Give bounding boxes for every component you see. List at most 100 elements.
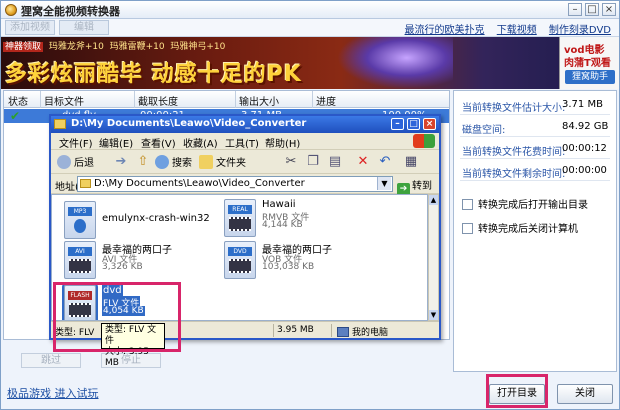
vod-ad[interactable]: vod电影 肉蒲T观看 狸窝助手 [559,37,619,89]
avi-file-icon: AVI [64,241,96,279]
file-size: 3,326 KB [102,262,143,272]
close-window-button[interactable]: × [602,3,616,16]
scroll-up-icon[interactable]: ▲ [429,195,438,205]
shutdown-option[interactable]: 转换完成后关闭计算机 [462,220,578,235]
burn-dvd-link[interactable]: 制作刻录DVD [549,25,611,36]
address-dropdown-icon[interactable]: ▼ [377,177,391,190]
header-duration: 截取长度 [138,97,178,108]
address-bar: 地址(D) D:\My Documents\Leawo\Video_Conver… [51,174,439,196]
menu-help[interactable]: 帮助(H) [265,135,300,150]
address-text: D:\My Documents\Leawo\Video_Converter [94,178,305,189]
mp3-file-icon: MP3 [64,201,96,239]
table-header: 状态 目标文件 截取长度 输出大小 进度 [4,91,449,108]
back-button[interactable]: 后退 [57,154,94,169]
app-logo-icon [5,4,17,16]
edit-button[interactable]: 编辑 [59,20,109,35]
top-links: 最流行的欧美扑克 下载视频 制作刻录DVD [396,21,611,36]
highlight-selected-file [53,282,181,352]
toolbar: 添加视频 编辑 最流行的欧美扑克 下载视频 制作刻录DVD [1,19,619,37]
explorer-close-button[interactable]: × [423,118,436,130]
address-input[interactable]: D:\My Documents\Leawo\Video_Converter [77,176,393,192]
shutdown-checkbox[interactable] [462,223,473,234]
menu-view[interactable]: 查看(V) [141,135,176,150]
est-size-value: 3.71 MB [562,99,603,110]
explorer-minimize-button[interactable]: – [391,118,404,130]
file-item[interactable]: MP3 emulynx-crash-win32 [64,201,214,241]
file-item[interactable]: AVI 最幸福的两口子 AVI 文件 3,326 KB [64,241,214,281]
explorer-menu-bar: 文件(F) 编辑(E) 查看(V) 收藏(A) 工具(T) 帮助(H) [51,133,439,150]
menu-edit[interactable]: 编辑(E) [99,135,133,150]
file-size: 103,038 KB [262,262,315,272]
explorer-title: D:\My Documents\Leawo\Video_Converter [71,118,307,129]
ad-banner[interactable]: 神器领取 玛雅龙斧+10 玛雅雷鞭+10 玛雅神弓+10 多彩炫丽酷毕 动感十足… [1,37,619,89]
disk-space-value: 84.92 GB [562,121,609,132]
header-target-file: 目标文件 [44,97,84,108]
control-buttons: 跳过 停止 [3,351,450,369]
check-icon: ✔ [10,109,21,123]
main-window: 狸窝全能视频转换器 – □ × 添加视频 编辑 最流行的欧美扑克 下载视频 制作… [0,0,620,410]
banner-headline: 多彩炫丽酷毕 动感十足的PK [5,62,302,87]
est-size-label: 当前转换文件估计大小: [462,103,566,114]
menu-favorites[interactable]: 收藏(A) [183,135,218,150]
info-panel: 当前转换文件估计大小: 3.71 MB 磁盘空间: 84.92 GB 当前转换文… [453,90,617,372]
folder-icon [54,119,66,129]
search-button[interactable]: 搜索 [155,154,192,169]
explorer-toolbar: 后退 ➔ ⇧ 搜索 文件夹 ✂ ❐ ▤ ✕ ↶ ▦ [51,150,439,174]
views-icon[interactable]: ▦ [403,154,419,170]
file-item[interactable]: REAL Hawaii RMVB 文件 4,144 KB [224,199,374,239]
rmvb-file-icon: REAL [224,199,256,237]
open-dir-checkbox[interactable] [462,199,473,210]
vertical-scrollbar[interactable]: ▲ ▼ [428,194,439,321]
folder-icon [80,179,91,188]
open-dir-option[interactable]: 转换完成后打开输出目录 [462,196,588,211]
banner-top-items: 神器领取 玛雅龙斧+10 玛雅雷鞭+10 玛雅神弓+10 [3,42,226,52]
up-folder-icon[interactable]: ⇧ [135,154,151,170]
windows-logo-icon [413,134,435,148]
undo-icon[interactable]: ↶ [377,154,393,170]
maximize-button[interactable]: □ [585,3,599,16]
vob-file-icon: DVD [224,241,256,279]
app-title: 狸窝全能视频转换器 [21,5,120,18]
status-size: 3.95 MB [277,325,314,335]
header-progress: 进度 [316,97,336,108]
close-button[interactable]: 关闭 [557,384,613,404]
minimize-button[interactable]: – [568,3,582,16]
paste-icon[interactable]: ▤ [327,154,343,170]
banner-art [337,37,453,89]
title-bar: 狸窝全能视频转换器 – □ × [1,1,619,19]
game-link[interactable]: 极品游戏 进入试玩 [7,385,99,401]
time-left-label: 当前转换文件剩余时间: [462,169,566,180]
download-video-link[interactable]: 下载视频 [497,25,537,36]
folders-button[interactable]: 文件夹 [199,154,246,169]
scroll-down-icon[interactable]: ▼ [429,310,438,320]
my-computer-icon [337,327,349,337]
file-name: emulynx-crash-win32 [102,213,210,224]
status-location: 我的电脑 [337,325,388,338]
time-left-value: 00:00:00 [562,165,607,176]
skip-button[interactable]: 跳过 [21,353,81,368]
header-output-size: 输出大小 [239,97,279,108]
forward-arrow-icon[interactable]: ➔ [113,154,129,170]
vod-button[interactable]: 狸窝助手 [565,70,615,84]
time-spent-value: 00:00:12 [562,143,607,154]
back-arrow-icon [57,155,71,169]
highlight-open-directory [486,374,548,408]
time-spent-label: 当前转换文件花费时间: [462,147,566,158]
delete-icon[interactable]: ✕ [355,154,371,170]
cut-icon[interactable]: ✂ [283,154,299,170]
add-video-button[interactable]: 添加视频 [5,20,55,35]
folders-icon [199,155,213,169]
menu-file[interactable]: 文件(F) [59,135,93,150]
file-item[interactable]: DVD 最幸福的两口子 VOB 文件 103,038 KB [224,241,374,281]
copy-icon[interactable]: ❐ [305,154,321,170]
header-status: 状态 [8,97,28,108]
explorer-title-bar: D:\My Documents\Leawo\Video_Converter – … [51,116,439,133]
file-size: 4,144 KB [262,220,303,230]
file-name: Hawaii [262,199,296,210]
disk-space-label: 磁盘空间: [462,125,506,136]
vod-subtitle: 肉蒲T观看 [564,58,611,69]
menu-tools[interactable]: 工具(T) [225,135,259,150]
explorer-maximize-button[interactable]: □ [407,118,420,130]
poker-link[interactable]: 最流行的欧美扑克 [405,25,485,36]
search-icon [155,155,169,169]
